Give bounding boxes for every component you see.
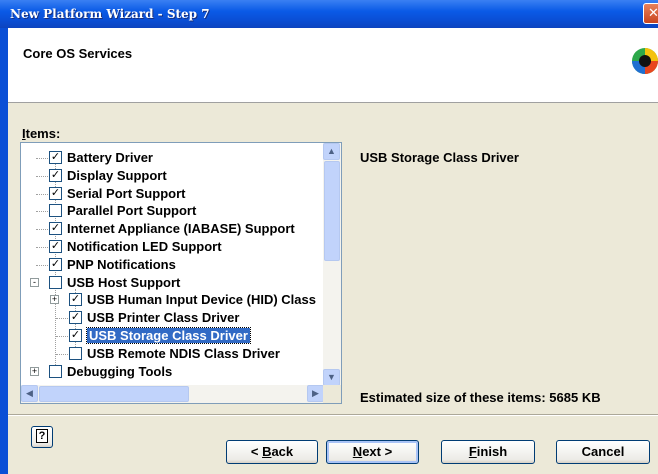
tree-item-label: Parallel Port Support [67,203,197,219]
checkbox[interactable]: ✓ [49,222,62,236]
tree-item[interactable]: + Debugging Tools [21,363,324,380]
checkbox[interactable]: ✓ [49,151,62,164]
vertical-scrollbar[interactable]: ▲ ▼ [323,143,341,386]
checkbox[interactable]: ✓ [69,329,82,342]
items-label: Items: [22,126,61,141]
tree-item-label: USB Remote NDIS Class Driver [87,345,280,361]
checkbox[interactable]: ✓ [49,168,62,182]
estimated-size: Estimated size of these items: 5685 KB [360,390,601,405]
button-divider [8,414,658,416]
expand-icon[interactable]: + [30,366,39,376]
tree-item[interactable]: USB Remote NDIS Class Driver [21,345,324,362]
tree-item[interactable]: ✓ Display Support [21,167,324,184]
next-button[interactable]: Next > [326,440,419,464]
tree-item-label: USB Host Support [67,274,181,290]
tree-item[interactable]: Parallel Port Support [21,202,324,219]
window-title: New Platform Wizard - Step 7 [10,7,210,21]
tree-item[interactable]: - USB Host Support [21,274,324,291]
checkbox[interactable]: ✓ [69,311,82,325]
expand-icon[interactable]: + [50,295,59,305]
scroll-down-arrow-icon[interactable]: ▼ [323,369,340,386]
tree-connector [36,193,48,195]
tree-connector [56,318,68,320]
tree-item[interactable]: ✓ USB Storage Class Driver [21,327,324,344]
tree-connector [36,264,48,266]
tree-item-label: Notification LED Support [67,239,222,254]
tree-item[interactable]: + ✓ USB Human Input Device (HID) Class [21,291,324,308]
collapse-icon[interactable]: - [30,277,39,287]
tree-connector [36,158,48,159]
close-button[interactable]: ✕ [643,3,658,24]
scroll-left-arrow-icon[interactable]: ◀ [21,385,38,402]
tree-item[interactable]: ✓ PNP Notifications [21,256,324,273]
tree-item-label: USB Storage Class Driver [86,327,251,344]
tree-connector [36,175,48,177]
page-title: Core OS Services [23,46,133,61]
cancel-button[interactable]: Cancel [556,440,650,464]
tree-connector [36,247,48,248]
item-description-title: USB Storage Class Driver [360,150,519,165]
checkbox[interactable] [69,346,82,360]
tree-connector [56,336,68,337]
checkbox[interactable]: ✓ [49,240,62,253]
scroll-right-arrow-icon[interactable]: ▶ [307,385,324,402]
tree-viewport: ✓ Battery Driver ✓ Display Support ✓ Serial P… [21,143,324,386]
horizontal-scrollbar[interactable]: ◀ ▶ [21,385,324,403]
window-left-border [0,28,8,474]
wizard-logo-icon [632,48,658,74]
help-button[interactable]: ? [31,426,53,448]
checkbox[interactable] [49,364,62,378]
tree-item-label: USB Printer Class Driver [87,310,240,326]
tree-item-label: Serial Port Support [67,185,186,201]
checkbox[interactable]: ✓ [49,257,62,271]
tree-item[interactable]: ✓ Battery Driver [21,149,324,166]
tree-item[interactable]: ✓ Serial Port Support [21,185,324,202]
tree-item-label: Debugging Tools [67,363,173,379]
tree-connector [36,229,48,231]
tree-connector [56,353,68,355]
tree-item-label: PNP Notifications [67,256,176,272]
tree-item[interactable]: ✓ USB Printer Class Driver [21,309,324,326]
finish-button[interactable]: Finish [441,440,535,464]
scroll-corner [323,385,341,403]
wizard-header: Core OS Services [8,28,658,103]
checkbox[interactable] [49,204,62,218]
vertical-scroll-thumb[interactable] [324,161,340,261]
tree-item-label: Internet Appliance (IABASE) Support [67,221,295,237]
tree-item-label: Battery Driver [67,150,153,165]
tree-item[interactable]: ✓ Notification LED Support [21,238,324,255]
tree-connector [36,211,48,213]
back-button[interactable]: < Back [226,440,318,464]
help-icon: ? [36,429,48,443]
checkbox[interactable]: ✓ [69,293,82,307]
horizontal-scroll-thumb[interactable] [39,386,189,402]
close-icon: ✕ [648,6,658,21]
checkbox[interactable] [49,275,62,289]
scroll-up-arrow-icon[interactable]: ▲ [323,143,340,160]
tree-item-label: USB Human Input Device (HID) Class [87,292,316,308]
checkbox[interactable]: ✓ [49,186,62,200]
title-bar: New Platform Wizard - Step 7 ✕ [0,0,658,28]
tree-item-label: Display Support [67,167,167,183]
tree-item[interactable]: ✓ Internet Appliance (IABASE) Support [21,220,324,237]
items-tree[interactable]: ✓ Battery Driver ✓ Display Support ✓ Serial P… [20,142,342,404]
